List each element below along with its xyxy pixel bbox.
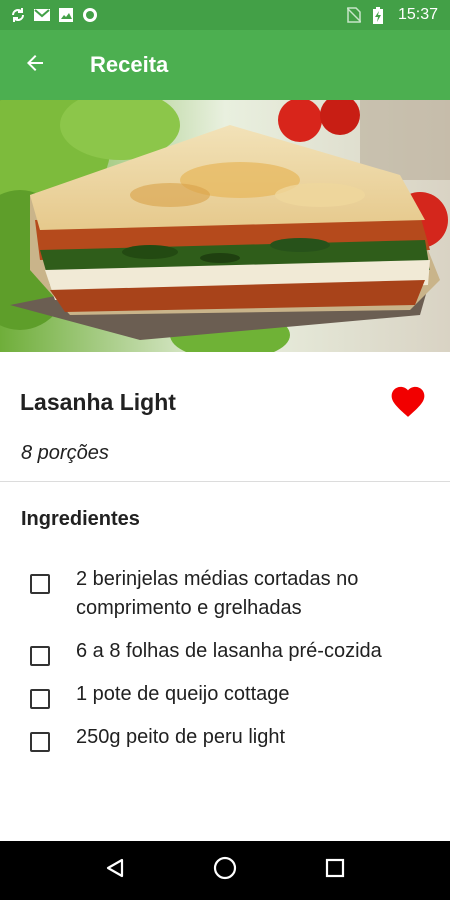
recipe-title: Lasanha Light — [20, 388, 176, 415]
recipe-image — [0, 100, 450, 352]
ingredient-item[interactable]: 2 berinjelas médias cortadas no comprime… — [0, 565, 450, 623]
favorite-button[interactable] — [386, 380, 430, 424]
sync-icon — [10, 7, 26, 23]
ingredient-checkbox[interactable] — [30, 732, 50, 752]
back-triangle-icon — [104, 857, 126, 884]
ingredient-item[interactable]: 6 a 8 folhas de lasanha pré-cozida — [0, 637, 450, 666]
ingredient-item[interactable]: 250g peito de peru light — [0, 723, 450, 752]
arrow-back-icon — [23, 51, 47, 80]
ingredient-label: 6 a 8 folhas de lasanha pré-cozida — [76, 640, 382, 662]
system-navigation-bar — [0, 841, 450, 900]
ingredient-checkbox[interactable] — [30, 689, 50, 709]
home-circle-icon — [213, 856, 237, 885]
nav-back-button[interactable] — [85, 846, 145, 896]
divider — [0, 481, 450, 482]
back-button[interactable] — [0, 30, 70, 100]
recipe-portions: 8 porções — [21, 442, 109, 464]
nav-recents-button[interactable] — [305, 846, 365, 896]
ingredient-label: 250g peito de peru light — [76, 726, 286, 748]
ingredient-label: 1 pote de queijo cottage — [76, 683, 290, 705]
nav-home-button[interactable] — [195, 846, 255, 896]
record-icon — [82, 7, 98, 23]
status-bar: 15:37 — [0, 0, 450, 30]
gmail-icon — [34, 7, 50, 23]
status-bar-system: 15:37 — [346, 6, 438, 24]
recents-square-icon — [325, 858, 345, 883]
ingredient-checkbox[interactable] — [30, 646, 50, 666]
ingredient-item[interactable]: 1 pote de queijo cottage — [0, 680, 450, 709]
status-bar-notifications — [10, 7, 98, 23]
image-icon — [58, 7, 74, 23]
ingredient-label: 2 berinjelas médias cortadas no comprime… — [76, 568, 359, 619]
status-time: 15:37 — [397, 6, 438, 23]
battery-charging-icon — [370, 6, 386, 24]
app-bar-title: Receita — [90, 52, 169, 77]
ingredients-list: 2 berinjelas médias cortadas no comprime… — [0, 565, 450, 790]
no-sim-icon — [346, 7, 362, 23]
recipe-header: Lasanha Light — [0, 370, 450, 434]
ingredient-checkbox[interactable] — [30, 574, 50, 594]
heart-icon — [388, 382, 428, 423]
ingredients-title: Ingredientes — [21, 508, 140, 530]
app-bar: Receita — [0, 30, 450, 100]
